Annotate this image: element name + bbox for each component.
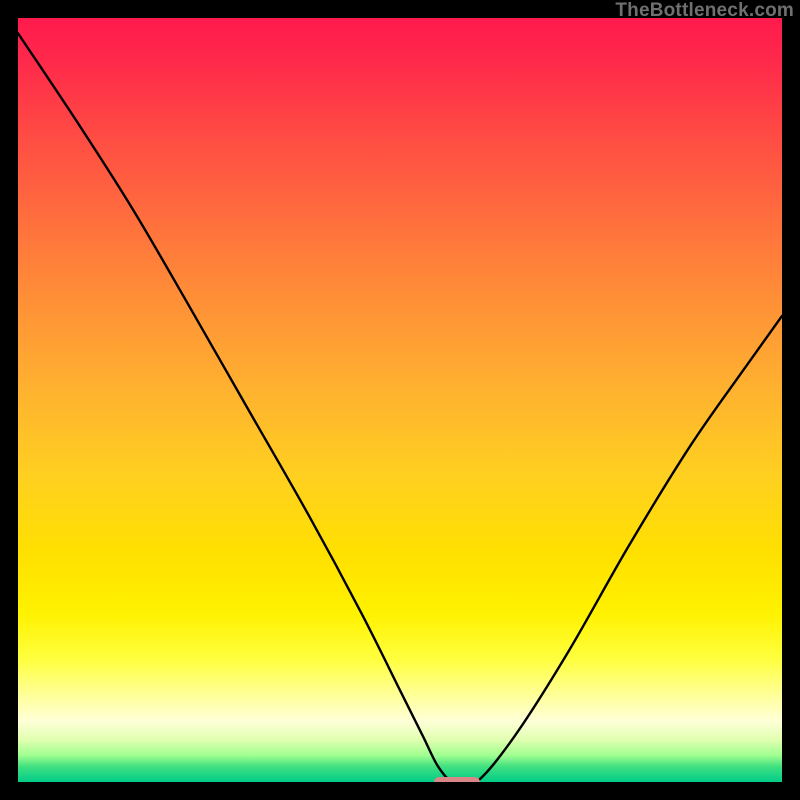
chart-frame: { "watermark": "TheBottleneck.com", "cha… [0,0,800,800]
watermark-text: TheBottleneck.com [615,0,794,22]
optimal-marker [434,777,480,782]
plot-area [18,18,782,782]
bottleneck-curve [18,18,782,782]
